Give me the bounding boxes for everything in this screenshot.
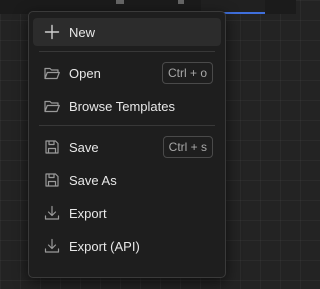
download-icon — [43, 237, 61, 255]
toolbar-fragment — [178, 0, 184, 4]
menu-divider — [39, 125, 215, 126]
menu-item-save-as[interactable]: Save As — [33, 166, 221, 194]
menu-item-export[interactable]: Export — [33, 199, 221, 227]
toolbar-fragment — [116, 0, 124, 4]
menu-item-label: Browse Templates — [69, 98, 175, 114]
menu-item-label: New — [69, 24, 96, 40]
menu-item-open[interactable]: Open Ctrl + o — [33, 59, 221, 87]
menu-item-save[interactable]: Save Ctrl + s — [33, 133, 221, 161]
menu-item-label: Export — [69, 205, 107, 221]
menu-item-browse-templates[interactable]: Browse Templates — [33, 92, 221, 120]
floppy-disk-icon — [43, 138, 61, 156]
workflow-menu: New Open Ctrl + o Browse Templates Save … — [28, 11, 226, 278]
plus-icon — [43, 23, 61, 41]
menu-item-label: Export (API) — [69, 238, 140, 254]
floppy-disk-icon — [43, 171, 61, 189]
folder-open-icon — [43, 97, 61, 115]
menu-item-new[interactable]: New — [33, 18, 221, 46]
folder-open-icon — [43, 64, 61, 82]
shortcut-badge: Ctrl + s — [162, 136, 213, 158]
menu-item-export-api[interactable]: Export (API) — [33, 232, 221, 260]
menu-item-label: Save As — [69, 172, 117, 188]
menu-divider — [39, 51, 215, 52]
shortcut-badge: Ctrl + o — [161, 62, 213, 84]
menu-item-label: Save — [69, 139, 99, 155]
menu-item-label: Open — [69, 65, 101, 81]
download-icon — [43, 204, 61, 222]
